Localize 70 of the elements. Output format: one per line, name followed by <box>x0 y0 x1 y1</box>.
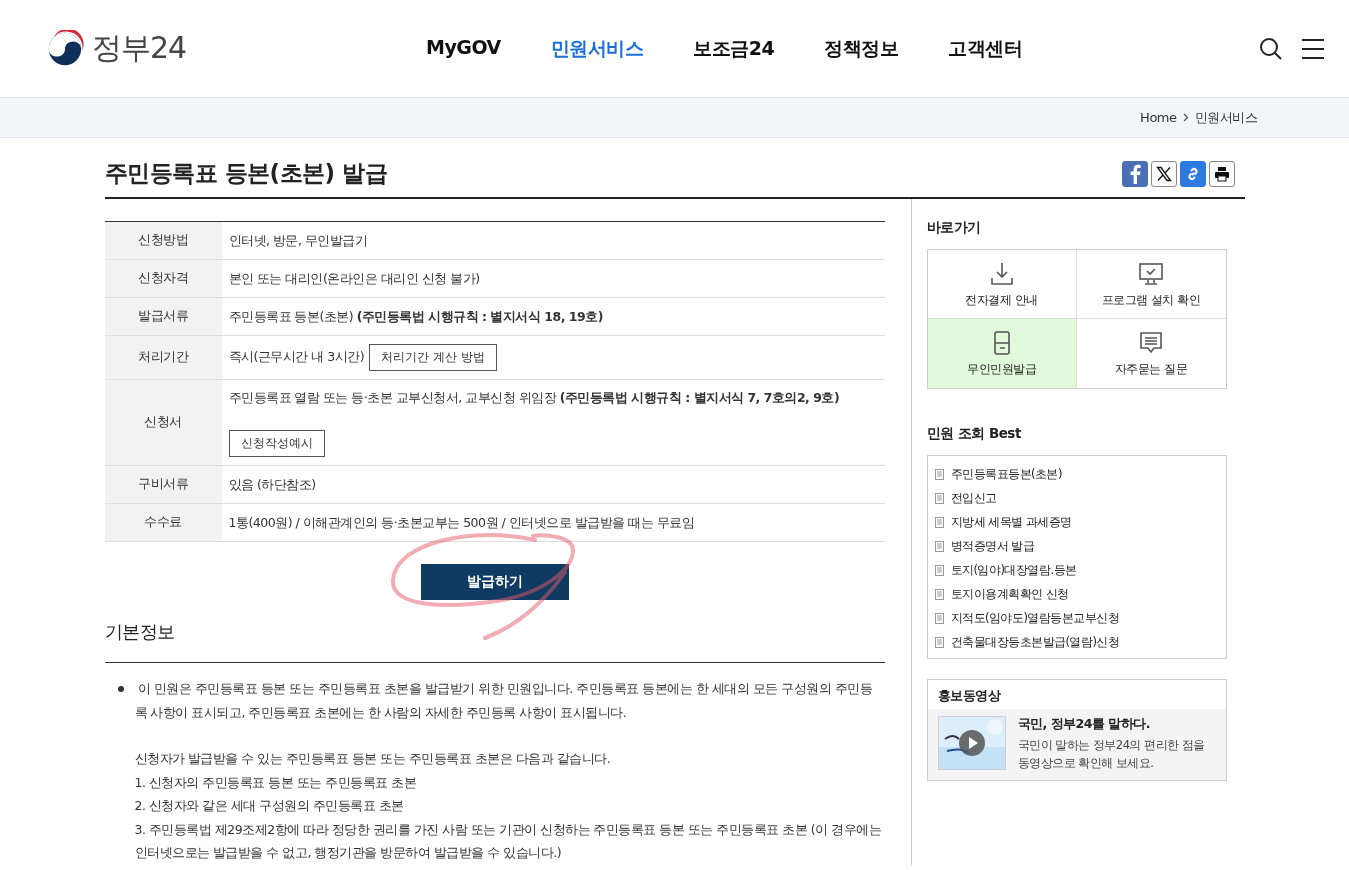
chevron-icon <box>1182 113 1189 122</box>
best-item[interactable]: 토지이용계획확인 신청 <box>934 582 1219 606</box>
video-title[interactable]: 국민, 정부24를 말하다. <box>1017 716 1208 733</box>
nav-item[interactable]: 정책정보 <box>824 35 899 62</box>
row-value: 본인 또는 대리인(온라인은 대리인 신청 불가) <box>228 270 480 286</box>
document-icon <box>934 492 944 504</box>
row-label: 구비서류 <box>104 465 222 504</box>
row-value: 주민등록표 등본(초본) (주민등록법 시행규칙 : 별지서식 18, 19호) <box>228 308 603 324</box>
nav-item[interactable]: MyGOV <box>426 35 501 62</box>
document-icon <box>934 540 944 552</box>
row-label: 수수료 <box>104 503 222 542</box>
nav-item[interactable]: 민원서비스 <box>550 35 644 62</box>
document-icon <box>934 588 944 600</box>
row-label: 처리기간 <box>104 335 222 380</box>
sidebar-heading: 홍보동영상 <box>936 687 1002 705</box>
info-paragraph: 이 민원은 주민등록표 등본 또는 주민등록표 초본을 발급받기 위한 민원입니다. 주민등록표 등본에는 한 세대의 모든 구성원의 주민등록 사항이 표시되고, 주민등록표 초본에는 한 사람의 자세한 주민등록 사항이 표시됩니다. <box>134 680 874 722</box>
breadcrumb-link[interactable]: 민원서비스 <box>1194 108 1257 127</box>
row-value: 있음 (하단참조) <box>228 476 316 492</box>
nav-item[interactable]: 보조금24 <box>693 35 775 62</box>
x-button[interactable] <box>1150 160 1177 187</box>
info-paragraph: 1. 신청자의 주민등록표 등본 또는 주민등록표 초본 <box>134 773 418 792</box>
document-icon <box>934 564 944 576</box>
page-title: 주민등록표 등본(초본) 발급 <box>104 159 388 188</box>
best-item[interactable]: 건축물대장등초본발급(열람)신청 <box>934 630 1219 654</box>
sidebar-heading: 민원 조회 Best <box>926 425 1022 443</box>
info-button[interactable]: 신청작성예시 <box>228 430 325 457</box>
x-icon <box>1155 165 1172 182</box>
breadcrumb-link[interactable]: Home <box>1140 110 1177 125</box>
info-paragraph: 신청자가 발급받을 수 있는 주민등록표 등본 또는 주민등록표 초본은 다음과 같습니다. <box>134 750 612 768</box>
row-label: 발급서류 <box>104 297 222 336</box>
logo-icon <box>46 29 84 68</box>
row-value: 1통(400원) / 이해관계인의 등·초본교부는 500원 / 인터넷으로 발급받을 때는 무료임 <box>228 514 695 530</box>
monitor-icon <box>1138 260 1164 287</box>
info-button[interactable]: 처리기간 계산 방법 <box>369 344 497 371</box>
facebook-button[interactable] <box>1121 160 1148 187</box>
print-button[interactable] <box>1208 160 1235 187</box>
bullet-icon <box>117 686 124 692</box>
best-item[interactable]: 토지(임야)대장열람.등본 <box>934 558 1219 582</box>
quick-link[interactable]: 전자결제 안내 <box>927 250 1077 319</box>
row-label: 신청방법 <box>104 221 222 260</box>
info-paragraph: 3. 주민등록법 제29조제2항에 따라 정당한 권리를 가진 사람 또는 기관이 신청하는 주민등록표 등본 또는 주민등록표 초본 (이 경우에는 인터넷으로는 발급받을 수 없고, 행정기관을 방문하여 발급받을 수 있습니다.) <box>134 820 883 862</box>
section-heading: 기본정보 <box>104 620 885 663</box>
quick-link[interactable]: 무인민원발급 <box>927 319 1077 388</box>
best-item[interactable]: 주민등록표등본(초본) <box>934 462 1219 486</box>
logo-text[interactable]: 정부24 <box>92 28 187 69</box>
info-paragraph: 2. 신청자와 같은 세대 구성원의 주민등록표 초본 <box>134 797 405 815</box>
search-icon[interactable] <box>1259 36 1283 61</box>
download-icon <box>988 260 1015 287</box>
play-icon[interactable] <box>958 730 985 756</box>
menu-icon[interactable] <box>1301 37 1325 60</box>
best-item[interactable]: 병적증명서 발급 <box>934 534 1219 558</box>
nav-item[interactable]: 고객센터 <box>948 35 1023 62</box>
print-icon <box>1213 165 1230 182</box>
apply-button[interactable]: 발급하기 <box>420 564 569 600</box>
row-value: 주민등록표 열람 또는 등·초본 교부신청서, 교부신청 위임장 (주민등록법 시행규칙 : 별지서식 7, 7호의2, 9호) <box>228 390 840 405</box>
document-icon <box>934 516 944 528</box>
speech-bubble-icon <box>1138 330 1164 356</box>
row-label: 신청서 <box>104 379 222 466</box>
row-value: 인터넷, 방문, 무인발급기 <box>228 232 368 248</box>
sidebar-heading: 바로가기 <box>926 219 982 237</box>
document-icon <box>934 612 944 624</box>
best-item[interactable]: 지적도(임야도)열람등본교부신청 <box>934 606 1219 630</box>
best-item[interactable]: 전입신고 <box>934 486 1219 510</box>
document-icon <box>934 468 944 480</box>
link-button[interactable] <box>1179 160 1206 187</box>
best-item[interactable]: 지방세 세목별 과세증명 <box>934 510 1219 534</box>
video-description: 국민이 말하는 정부24의 편리한 점을 동영상으로 확인해 보세요. <box>1017 737 1206 772</box>
row-label: 신청자격 <box>104 259 222 298</box>
document-icon <box>934 636 944 648</box>
row-value: 즉시(근무시간 내 3시간) <box>228 349 365 364</box>
